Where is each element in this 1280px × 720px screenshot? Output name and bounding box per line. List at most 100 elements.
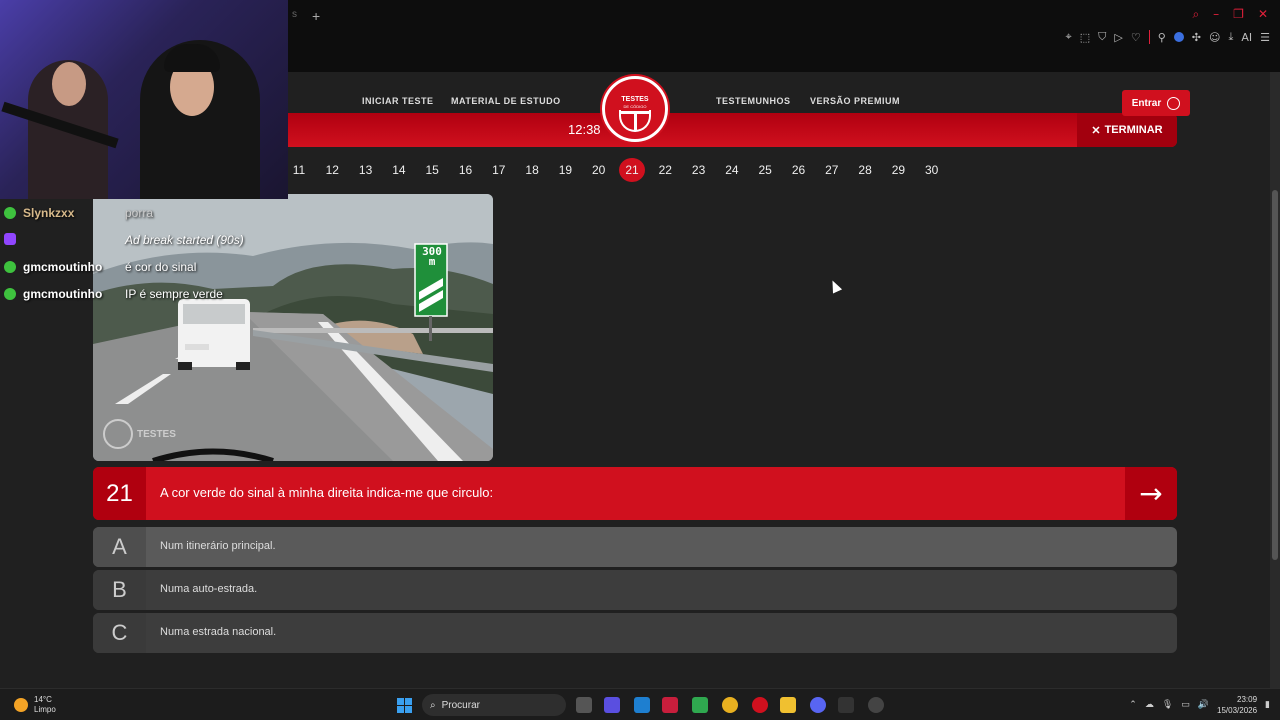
screenshot-icon[interactable]: ⬚ [1080, 31, 1090, 44]
app-icon[interactable] [868, 697, 884, 713]
date: 15/03/2026 [1217, 706, 1258, 715]
tab-fragment[interactable]: s [292, 9, 297, 20]
restore-button[interactable]: ❐ [1233, 7, 1244, 22]
answer-letter: A [93, 527, 146, 567]
user-icon [1167, 96, 1181, 110]
nav-start-test[interactable]: INICIAR TESTE [362, 96, 434, 106]
site-logo[interactable]: TESTES DE CÓDIGO [602, 76, 668, 142]
question-number-13[interactable]: 13 [353, 158, 379, 182]
logo-subtitle: DE CÓDIGO [623, 104, 647, 109]
timer-bar: 12:38 ✕ TERMINAR [288, 113, 1177, 147]
heart-icon[interactable]: ♡ [1131, 31, 1141, 44]
finish-button[interactable]: ✕ TERMINAR [1077, 113, 1177, 147]
app-icon[interactable] [634, 697, 650, 713]
browser-toolbar: ⌖ ⬚ ⛉ ▷ ♡ ⚲ ✣ ☺ ⤓ AI ☰ [1066, 30, 1270, 44]
watermark-logo [103, 419, 133, 449]
extension-icon[interactable]: ⚲ [1158, 31, 1166, 44]
taskbar: 14°C Limpo ⌕ Procurar ⌃ ☁ 🎙 ▭ 🔊 23:09 15… [0, 688, 1280, 720]
system-tray: ⌃ ☁ 🎙 ▭ 🔊 23:09 15/03/2026 ▮ [1129, 694, 1270, 716]
minimize-button[interactable]: – [1213, 7, 1219, 22]
account-icon[interactable]: ☺ [1209, 31, 1220, 44]
weather-icon [14, 698, 28, 712]
play-icon[interactable]: ▷ [1114, 31, 1122, 44]
taskbar-search[interactable]: ⌕ Procurar [422, 694, 566, 716]
question-number-16[interactable]: 16 [453, 158, 479, 182]
time: 23:09 [1237, 695, 1258, 704]
teams-icon[interactable] [604, 697, 620, 713]
login-label: Entrar [1131, 97, 1162, 109]
profile-icon[interactable] [1173, 32, 1184, 42]
next-question-button[interactable]: → [1125, 467, 1177, 520]
weather-condition: Limpo [34, 705, 56, 714]
question-number-25[interactable]: 25 [752, 158, 778, 182]
question-number-26[interactable]: 26 [786, 158, 812, 182]
notification-icon[interactable]: ▮ [1265, 700, 1270, 710]
question-text: A cor verde do sinal à minha direita ind… [160, 485, 494, 500]
weather-widget[interactable]: 14°C Limpo [14, 695, 56, 715]
cloud-icon[interactable]: ☁ [1145, 700, 1154, 710]
discord-icon[interactable] [810, 697, 826, 713]
nav-premium[interactable]: VERSÃO PREMIUM [810, 96, 900, 106]
file-explorer-icon[interactable] [780, 697, 796, 713]
download-icon[interactable]: ⤓ [1228, 30, 1233, 44]
question-number-21[interactable]: 21 [619, 158, 645, 182]
streamer-left-face [52, 62, 86, 106]
search-tabs-icon[interactable]: ⌕ [1192, 7, 1199, 22]
question-number-15[interactable]: 15 [419, 158, 445, 182]
answer-option-a[interactable]: A Num itinerário principal. [93, 527, 1177, 567]
arrow-right-icon: → [1139, 477, 1163, 510]
nav-testimonials[interactable]: TESTEMUNHOS [716, 96, 791, 106]
sign-distance-text: 300 m [422, 245, 442, 268]
clock[interactable]: 23:09 15/03/2026 [1217, 694, 1257, 716]
network-icon[interactable]: ▭ [1181, 700, 1190, 710]
question-number-14[interactable]: 14 [386, 158, 412, 182]
volume-icon[interactable]: 🔊 [1198, 700, 1209, 710]
opera-icon[interactable] [752, 697, 768, 713]
ai-icon[interactable]: AI [1241, 31, 1252, 44]
login-button[interactable]: Entrar [1122, 90, 1190, 116]
toolbar-divider [1148, 30, 1150, 44]
question-number-28[interactable]: 28 [852, 158, 878, 182]
scrollbar-thumb[interactable] [1272, 190, 1278, 560]
answer-option-b[interactable]: B Numa auto-estrada. [93, 570, 1177, 610]
close-button[interactable]: ✕ [1258, 7, 1268, 22]
finish-label: TERMINAR [1104, 124, 1163, 136]
valorant-icon[interactable] [662, 697, 678, 713]
pin-icon[interactable]: ⌖ [1066, 30, 1072, 44]
app-icon[interactable] [692, 697, 708, 713]
moderator-badge-icon [4, 288, 16, 300]
question-number-20[interactable]: 20 [586, 158, 612, 182]
question-number-30[interactable]: 30 [919, 158, 945, 182]
start-button[interactable] [397, 698, 412, 713]
chat-message: porra [125, 206, 154, 220]
question-banner: 21 A cor verde do sinal à minha direita … [93, 467, 1177, 520]
answer-text: Numa estrada nacional. [160, 626, 277, 638]
chat-message: é cor do sinal [125, 260, 197, 274]
webcam-overlay [0, 0, 288, 199]
answer-text: Num itinerário principal. [160, 540, 276, 552]
chat-message: IP é sempre verde [125, 287, 223, 301]
window-controls: ⌕ – ❐ ✕ [1192, 7, 1268, 22]
task-view-icon[interactable] [576, 697, 592, 713]
nav-study-material[interactable]: MATERIAL DE ESTUDO [451, 96, 561, 106]
search-icon: ⌕ [430, 699, 436, 711]
temperature: 14°C [34, 695, 52, 704]
shield-icon[interactable]: ⛉ [1098, 30, 1106, 44]
app-icon[interactable] [838, 697, 854, 713]
chrome-icon[interactable] [722, 697, 738, 713]
question-number-27[interactable]: 27 [819, 158, 845, 182]
page-scrollbar[interactable] [1270, 72, 1280, 688]
question-number-11[interactable]: 11 [286, 158, 312, 182]
menu-icon[interactable]: ☰ [1260, 31, 1270, 44]
microphone-icon[interactable]: 🎙 [1162, 700, 1173, 710]
answer-option-c[interactable]: C Numa estrada nacional. [93, 613, 1177, 653]
logo-stem [634, 111, 637, 131]
question-number-18[interactable]: 18 [519, 158, 545, 182]
chevron-up-icon[interactable]: ⌃ [1129, 700, 1137, 710]
new-tab-button[interactable]: + [312, 8, 320, 24]
puzzle-icon[interactable]: ✣ [1192, 31, 1201, 44]
question-number-17[interactable]: 17 [486, 158, 512, 182]
question-number-23[interactable]: 23 [686, 158, 712, 182]
question-number-24[interactable]: 24 [719, 158, 745, 182]
answer-text: Numa auto-estrada. [160, 583, 258, 595]
